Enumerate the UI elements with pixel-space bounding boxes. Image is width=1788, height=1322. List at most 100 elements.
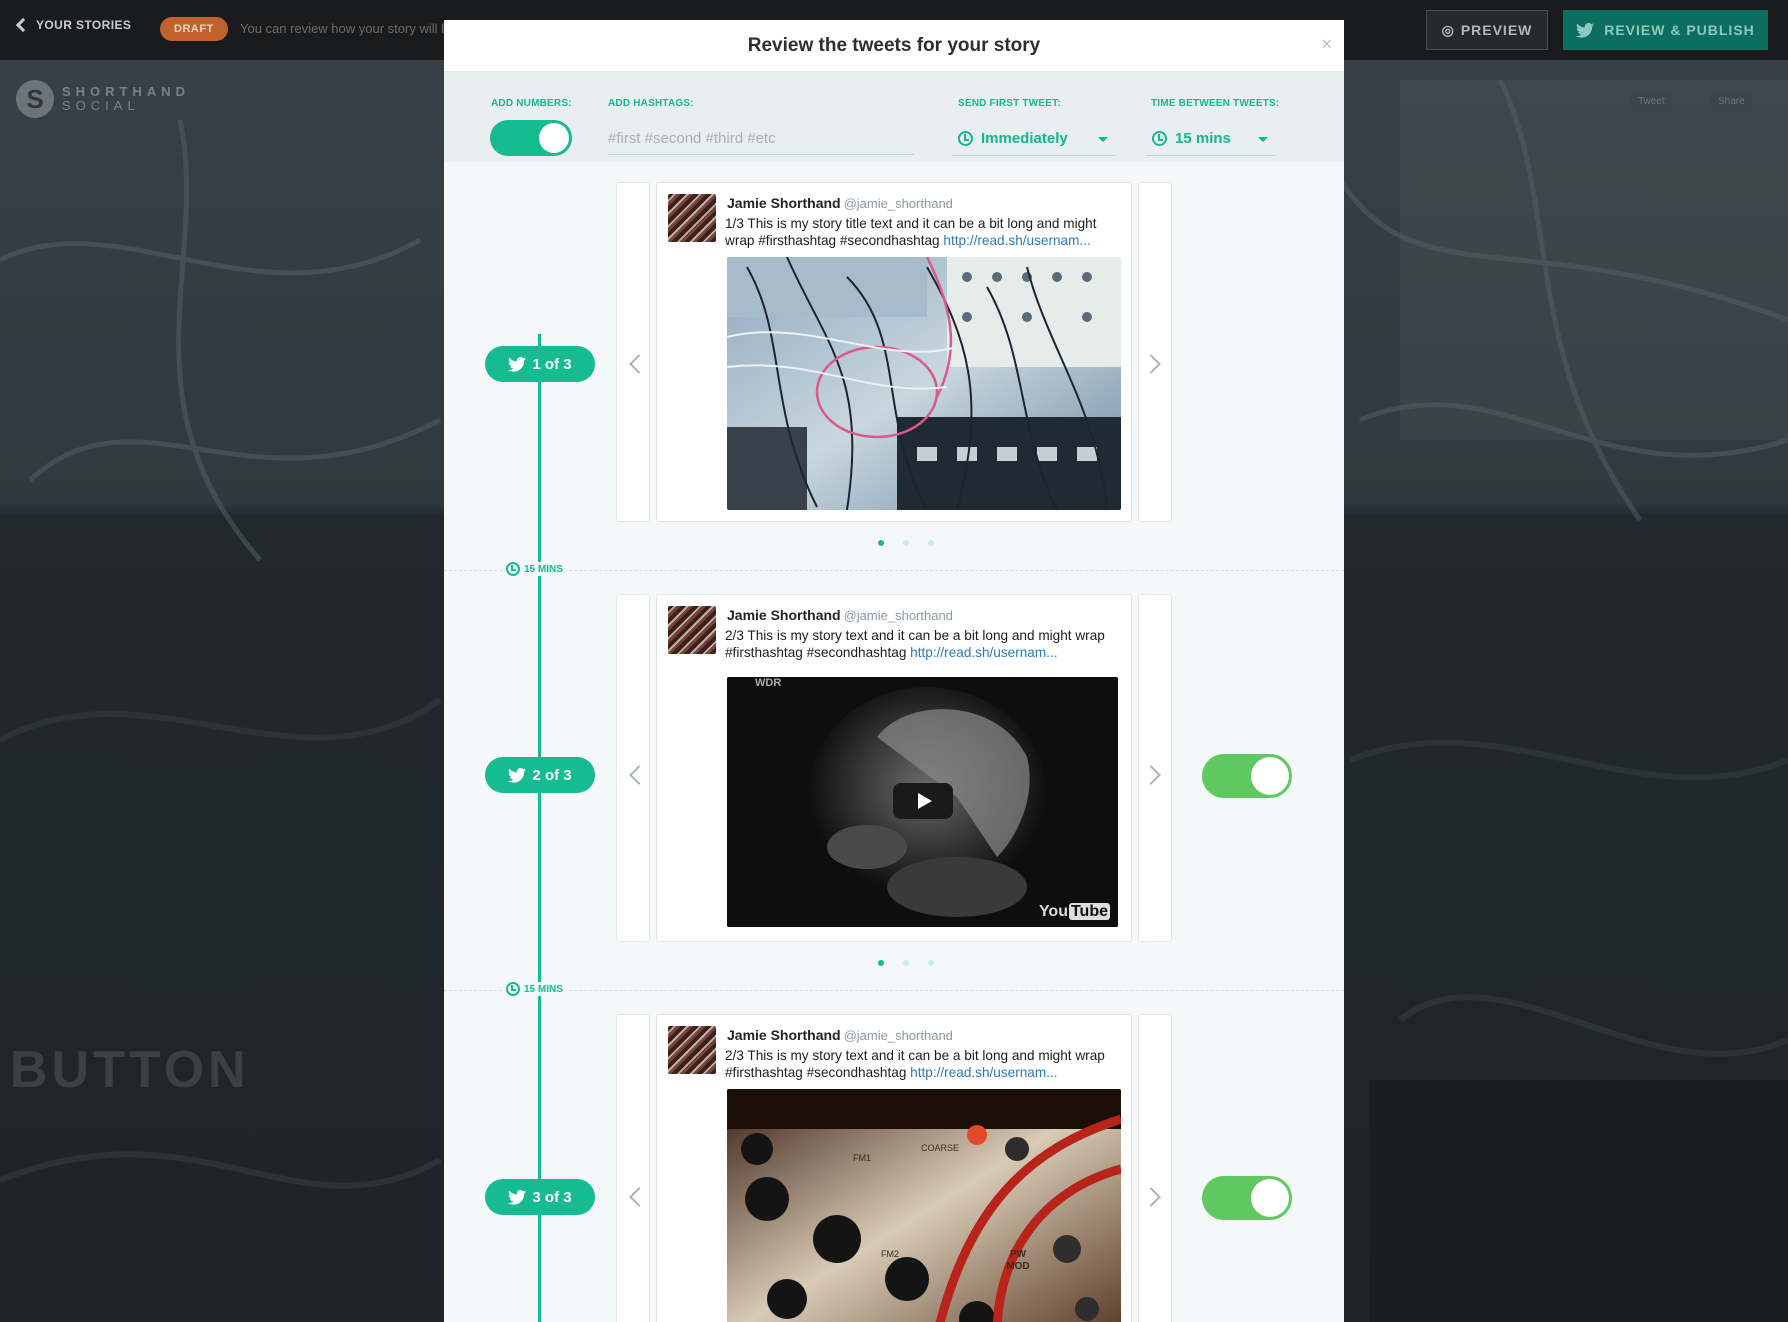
next-card-stub bbox=[1138, 1014, 1172, 1322]
tweet-3-badge-label: 3 of 3 bbox=[532, 1188, 572, 1206]
tweet-card-2: Jamie Shorthand @jamie_shorthand 2/3 This… bbox=[656, 594, 1132, 942]
panel-label-coarse: COARSE bbox=[921, 1143, 960, 1153]
tweet-author-name: Jamie Shorthand bbox=[727, 607, 841, 623]
tweet-text: 2/3 This is my story text and it can be … bbox=[725, 627, 1121, 661]
tweet-share-button[interactable]: Tweet bbox=[1630, 93, 1673, 111]
close-icon[interactable]: × bbox=[1321, 34, 1332, 55]
interval-separator bbox=[444, 570, 1344, 571]
tweet-link[interactable]: http://read.sh/usernam... bbox=[910, 645, 1057, 660]
tweet-2-enabled-toggle[interactable] bbox=[1202, 754, 1292, 798]
tweet-author-name: Jamie Shorthand bbox=[727, 1027, 841, 1043]
publish-label: REVIEW & PUBLISH bbox=[1604, 22, 1755, 38]
send-first-value: Immediately bbox=[981, 130, 1068, 147]
clock-icon bbox=[958, 131, 973, 146]
logo-mark: S bbox=[16, 80, 54, 118]
video-watermark: WDR bbox=[755, 677, 782, 689]
twitter-icon bbox=[508, 767, 527, 783]
toggle-knob bbox=[1251, 757, 1289, 795]
tweet-3-badge: 3 of 3 bbox=[485, 1179, 595, 1215]
tweet-author-handle: @jamie_shorthand bbox=[843, 196, 953, 211]
caret-down-icon bbox=[1098, 137, 1108, 142]
previous-card-stub bbox=[616, 182, 650, 522]
interval-text: 15 MINS bbox=[524, 563, 563, 575]
clock-icon bbox=[506, 982, 520, 996]
avatar bbox=[668, 606, 716, 654]
logo-line2: SOCIAL bbox=[62, 98, 140, 113]
hashtags-input[interactable] bbox=[608, 122, 914, 155]
draft-badge: DRAFT bbox=[160, 17, 228, 41]
modal-title: Review the tweets for your story bbox=[747, 34, 1041, 56]
twitter-icon bbox=[1576, 22, 1595, 38]
tweet-video-player[interactable]: WDR You Tube bbox=[727, 677, 1118, 927]
tweet-2-badge-label: 2 of 3 bbox=[532, 766, 572, 784]
preview-button[interactable]: ◎ PREVIEW bbox=[1426, 10, 1548, 50]
hashtags-label: ADD HASHTAGS: bbox=[608, 98, 694, 109]
carousel-dots bbox=[878, 540, 934, 546]
back-to-stories-link[interactable]: YOUR STORIES bbox=[14, 17, 132, 33]
tweet-link[interactable]: http://read.sh/usernam... bbox=[910, 1065, 1057, 1080]
tweet-card-1: Jamie Shorthand @jamie_shorthand 1/3 This… bbox=[656, 182, 1132, 522]
send-first-label: SEND FIRST TWEET: bbox=[958, 98, 1061, 109]
eye-icon: ◎ bbox=[1441, 21, 1455, 38]
add-numbers-label: ADD NUMBERS: bbox=[491, 98, 572, 109]
carousel-dot[interactable] bbox=[903, 960, 909, 966]
time-between-label: TIME BETWEEN TWEETS: bbox=[1151, 98, 1280, 109]
tweet-2-badge: 2 of 3 bbox=[485, 757, 595, 793]
review-publish-button[interactable]: REVIEW & PUBLISH bbox=[1563, 10, 1768, 50]
toggle-knob bbox=[539, 123, 569, 153]
avatar bbox=[668, 194, 716, 242]
carousel-dot[interactable] bbox=[928, 960, 934, 966]
tweet-author-handle: @jamie_shorthand bbox=[843, 1028, 953, 1043]
time-between-dropdown[interactable]: 15 mins bbox=[1146, 122, 1276, 156]
chevron-left-icon bbox=[15, 17, 31, 33]
modal-header: Review the tweets for your story × bbox=[444, 20, 1344, 72]
carousel-dot[interactable] bbox=[903, 540, 909, 546]
interval-label: 15 MINS bbox=[502, 562, 567, 576]
tweet-link[interactable]: http://read.sh/usernam... bbox=[943, 233, 1090, 248]
panel-label-fm1: FM1 bbox=[853, 1153, 871, 1163]
preview-label: PREVIEW bbox=[1460, 22, 1533, 38]
twitter-icon bbox=[508, 356, 527, 372]
logo-line1: SHORTHAND bbox=[62, 84, 191, 99]
shorthand-social-logo: S SHORTHAND SOCIAL bbox=[16, 80, 190, 118]
carousel-dots bbox=[878, 960, 934, 966]
tweet-card-3: Jamie Shorthand @jamie_shorthand 2/3 This… bbox=[656, 1014, 1132, 1322]
previous-card-stub bbox=[616, 1014, 650, 1322]
interval-separator bbox=[444, 990, 1344, 991]
back-label: YOUR STORIES bbox=[36, 18, 132, 32]
tweet-settings-bar: ADD NUMBERS: ADD HASHTAGS: SEND FIRST TW… bbox=[444, 72, 1344, 162]
add-numbers-toggle[interactable] bbox=[490, 120, 572, 156]
previous-card-stub bbox=[616, 594, 650, 942]
carousel-dot[interactable] bbox=[928, 540, 934, 546]
send-first-dropdown[interactable]: Immediately bbox=[952, 122, 1116, 156]
time-between-value: 15 mins bbox=[1175, 130, 1231, 147]
youtube-logo: You Tube bbox=[1038, 903, 1110, 920]
toggle-knob bbox=[1251, 1179, 1289, 1217]
interval-text: 15 MINS bbox=[524, 983, 563, 995]
tweet-1-badge: 1 of 3 bbox=[485, 346, 595, 382]
clock-icon bbox=[1152, 131, 1167, 146]
tweet-photo-synth-cables bbox=[727, 257, 1121, 510]
panel-label-fm2: FM2 bbox=[881, 1249, 899, 1259]
review-tweets-modal: Review the tweets for your story × ADD N… bbox=[444, 20, 1344, 1322]
tweet-photo-synth-knobs: FM1 COARSE FM2 PW MOD bbox=[727, 1089, 1121, 1322]
tweet-text: 2/3 This is my story text and it can be … bbox=[725, 1047, 1121, 1081]
twitter-icon bbox=[508, 1189, 527, 1205]
carousel-dot[interactable] bbox=[878, 540, 884, 546]
facebook-share-button[interactable]: Share bbox=[1710, 93, 1753, 111]
interval-label: 15 MINS bbox=[502, 982, 567, 996]
next-card-stub bbox=[1138, 594, 1172, 942]
avatar bbox=[668, 1026, 716, 1074]
panel-label-pw-mod: PW MOD bbox=[1006, 1249, 1030, 1272]
timeline-line bbox=[538, 334, 541, 1322]
carousel-dot[interactable] bbox=[878, 960, 884, 966]
tweet-text: 1/3 This is my story title text and it c… bbox=[725, 215, 1121, 249]
play-icon[interactable] bbox=[893, 783, 953, 819]
next-card-stub bbox=[1138, 182, 1172, 522]
tweet-author-handle: @jamie_shorthand bbox=[843, 608, 953, 623]
tweet-3-enabled-toggle[interactable] bbox=[1202, 1176, 1292, 1220]
caret-down-icon bbox=[1258, 137, 1268, 142]
tweet-1-badge-label: 1 of 3 bbox=[532, 355, 572, 373]
clock-icon bbox=[506, 562, 520, 576]
tweet-author-name: Jamie Shorthand bbox=[727, 195, 841, 211]
